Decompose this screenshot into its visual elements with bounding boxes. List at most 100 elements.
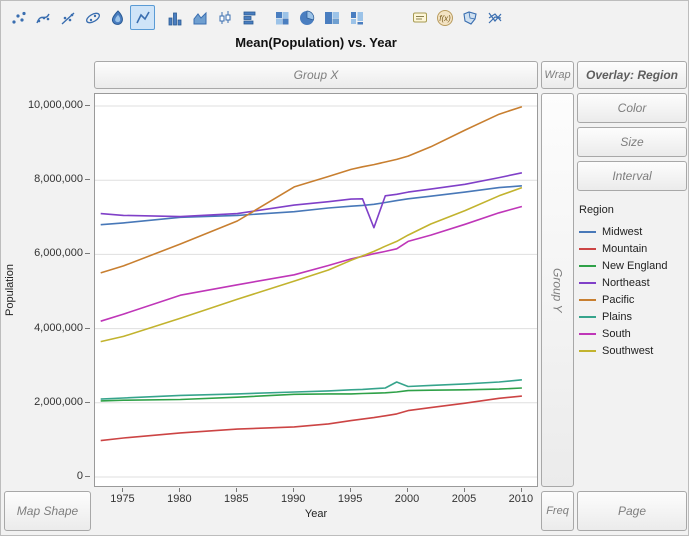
line-of-fit-tool-button[interactable] bbox=[55, 5, 80, 30]
formula-tool-button[interactable]: f(x) bbox=[432, 5, 457, 30]
x-tick-mark bbox=[407, 488, 408, 492]
drop-zone-size-label: Size bbox=[620, 135, 643, 149]
drop-zone-wrap[interactable]: Wrap bbox=[541, 61, 574, 89]
drop-zone-page-label: Page bbox=[618, 504, 646, 518]
legend-swatch bbox=[579, 350, 596, 352]
heatmap-tool-button[interactable] bbox=[269, 5, 294, 30]
drop-zone-group-y[interactable]: Group Y bbox=[541, 93, 574, 487]
series-line-midwest[interactable] bbox=[101, 186, 522, 225]
legend-title: Region bbox=[579, 204, 687, 216]
x-tick-mark bbox=[350, 488, 351, 492]
page-title: Mean(Population) vs. Year bbox=[94, 35, 538, 50]
points-tool-button[interactable] bbox=[5, 5, 30, 30]
y-tick-mark bbox=[85, 253, 90, 254]
drop-zone-interval-label: Interval bbox=[612, 169, 651, 183]
x-tick-label: 1990 bbox=[273, 493, 313, 505]
y-tick-mark bbox=[85, 402, 90, 403]
legend-item-plains[interactable]: Plains bbox=[579, 308, 687, 325]
series-line-pacific[interactable] bbox=[101, 107, 522, 273]
drop-zone-group-x[interactable]: Group X bbox=[94, 61, 538, 89]
drop-zone-group-x-label: Group X bbox=[294, 68, 339, 82]
graph-builder-window: f(x) Mean(Population) vs. Year Group X W… bbox=[0, 0, 689, 536]
legend-item-new-england[interactable]: New England bbox=[579, 257, 687, 274]
line-chart[interactable] bbox=[95, 94, 537, 486]
parallel-plot-tool-button[interactable] bbox=[482, 5, 507, 30]
bar-tool-button[interactable] bbox=[162, 5, 187, 30]
legend-swatch bbox=[579, 282, 596, 284]
legend-swatch bbox=[579, 299, 596, 301]
legend-swatch bbox=[579, 248, 596, 250]
legend-swatch bbox=[579, 333, 596, 335]
drop-zone-wrap-label: Wrap bbox=[544, 69, 570, 81]
x-tick-mark bbox=[521, 488, 522, 492]
legend-label: Plains bbox=[602, 311, 632, 323]
y-tick-label: 2,000,000 bbox=[34, 396, 83, 408]
legend-swatch bbox=[579, 231, 596, 233]
smoother-tool-button[interactable] bbox=[30, 5, 55, 30]
legend-swatch bbox=[579, 265, 596, 267]
svg-text:f(x): f(x) bbox=[439, 14, 451, 23]
series-line-southwest[interactable] bbox=[101, 188, 522, 342]
legend-label: New England bbox=[602, 260, 667, 272]
y-tick-label: 10,000,000 bbox=[28, 99, 83, 111]
x-tick-mark bbox=[122, 488, 123, 492]
legend-item-mountain[interactable]: Mountain bbox=[579, 240, 687, 257]
legend-item-pacific[interactable]: Pacific bbox=[579, 291, 687, 308]
legend-item-southwest[interactable]: Southwest bbox=[579, 342, 687, 359]
x-tick-label: 1975 bbox=[102, 493, 142, 505]
mosaic-tool-button[interactable] bbox=[344, 5, 369, 30]
histogram-tool-button[interactable] bbox=[237, 5, 262, 30]
drop-zone-map-shape[interactable]: Map Shape bbox=[4, 491, 91, 531]
legend-label: South bbox=[602, 328, 631, 340]
legend: Region MidwestMountain New England Northea… bbox=[579, 204, 687, 359]
treemap-tool-button[interactable] bbox=[319, 5, 344, 30]
element-toolbar: f(x) bbox=[5, 4, 507, 31]
line-tool-button[interactable] bbox=[130, 5, 155, 30]
drop-zone-group-y-label: Group Y bbox=[551, 268, 565, 312]
x-tick-label: 2000 bbox=[387, 493, 427, 505]
drop-zone-size[interactable]: Size bbox=[577, 127, 687, 157]
legend-label: Southwest bbox=[602, 345, 653, 357]
legend-label: Northeast bbox=[602, 277, 650, 289]
x-tick-mark bbox=[293, 488, 294, 492]
area-tool-button[interactable] bbox=[187, 5, 212, 30]
y-tick-mark bbox=[85, 179, 90, 180]
y-tick-label: 0 bbox=[77, 470, 83, 482]
drop-zone-freq-label: Freq bbox=[546, 505, 569, 517]
legend-item-south[interactable]: South bbox=[579, 325, 687, 342]
x-axis-title[interactable]: Year bbox=[94, 508, 538, 520]
x-tick-mark bbox=[464, 488, 465, 492]
x-tick-label: 1980 bbox=[159, 493, 199, 505]
series-line-new-england[interactable] bbox=[101, 388, 522, 401]
x-tick-label: 2005 bbox=[444, 493, 484, 505]
x-tick-label: 2010 bbox=[501, 493, 541, 505]
y-axis-title[interactable]: Population bbox=[4, 264, 16, 316]
drop-zone-color-label: Color bbox=[618, 101, 647, 115]
drop-zone-freq[interactable]: Freq bbox=[541, 491, 574, 531]
map-shapes-tool-button[interactable] bbox=[457, 5, 482, 30]
x-axis[interactable]: 19751980198519901995200020052010 bbox=[94, 488, 538, 506]
series-line-south[interactable] bbox=[101, 207, 522, 322]
drop-zone-page[interactable]: Page bbox=[577, 491, 687, 531]
y-tick-mark bbox=[85, 105, 90, 106]
box-plot-tool-button[interactable] bbox=[212, 5, 237, 30]
drop-zone-overlay-label: Overlay: Region bbox=[586, 68, 678, 82]
drop-zone-color[interactable]: Color bbox=[577, 93, 687, 123]
legend-item-northeast[interactable]: Northeast bbox=[579, 274, 687, 291]
legend-items: MidwestMountain New England Northeast Pacif… bbox=[579, 223, 687, 359]
legend-swatch bbox=[579, 316, 596, 318]
legend-item-midwest[interactable]: Midwest bbox=[579, 223, 687, 240]
plot-area[interactable] bbox=[94, 93, 538, 487]
contour-tool-button[interactable] bbox=[105, 5, 130, 30]
legend-label: Pacific bbox=[602, 294, 634, 306]
pie-tool-button[interactable] bbox=[294, 5, 319, 30]
caption-box-tool-button[interactable] bbox=[407, 5, 432, 30]
ellipse-tool-button[interactable] bbox=[80, 5, 105, 30]
y-axis[interactable]: 02,000,0004,000,0006,000,0008,000,00010,… bbox=[18, 93, 91, 487]
y-axis-title-band: Population bbox=[1, 93, 18, 487]
drop-zone-interval[interactable]: Interval bbox=[577, 161, 687, 191]
y-tick-label: 8,000,000 bbox=[34, 173, 83, 185]
x-tick-mark bbox=[179, 488, 180, 492]
drop-zone-overlay[interactable]: Overlay: Region bbox=[577, 61, 687, 89]
y-tick-mark bbox=[85, 476, 90, 477]
